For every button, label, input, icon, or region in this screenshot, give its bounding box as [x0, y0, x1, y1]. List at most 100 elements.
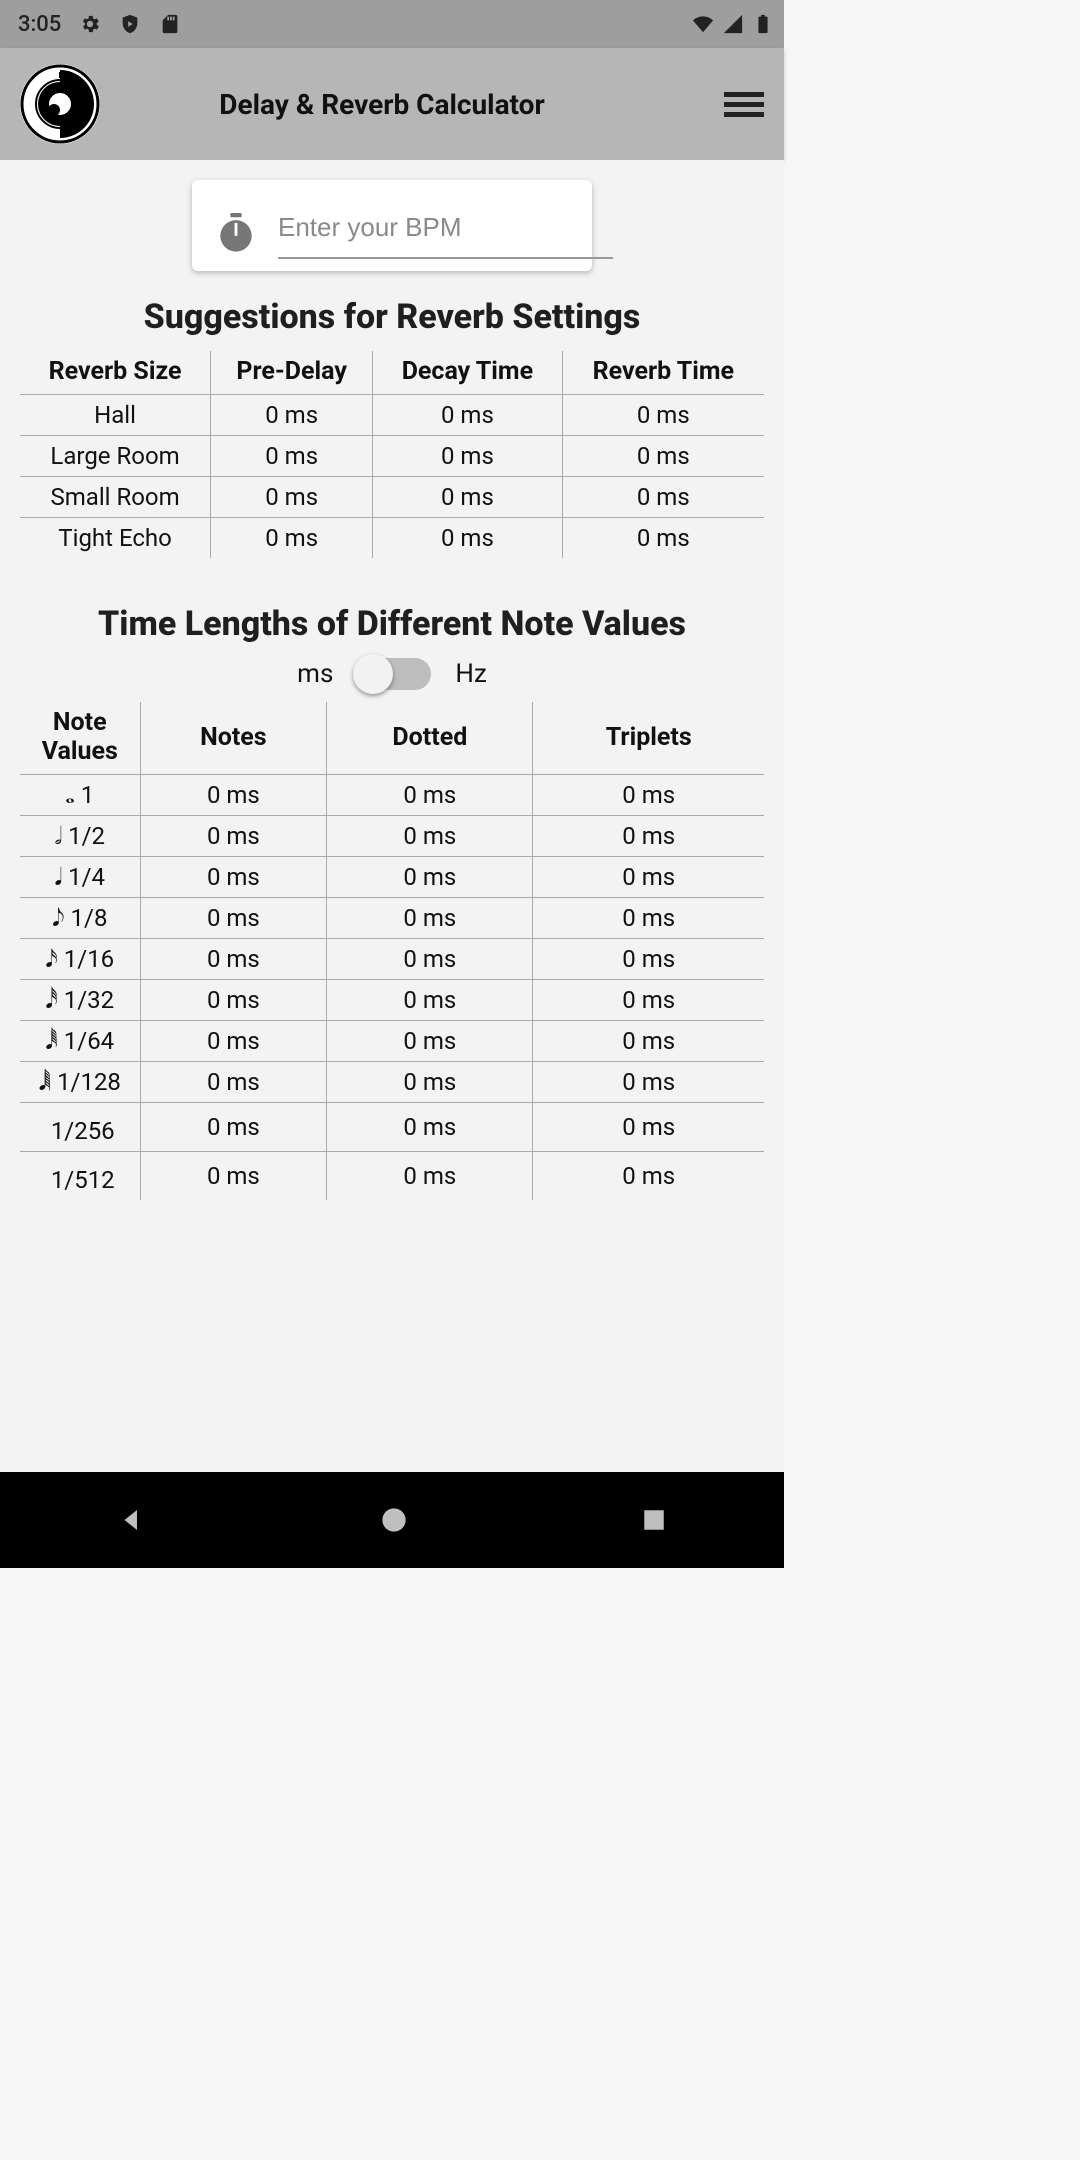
- reverb-predelay: 0 ms: [211, 518, 373, 559]
- unit-toggle-row: ms Hz: [0, 658, 784, 690]
- note-value: 𝅘𝅥𝅮 1/8: [20, 898, 140, 939]
- note-symbol-icon: 𝅝: [65, 783, 75, 807]
- reverb-time: 0 ms: [562, 518, 764, 559]
- system-nav-bar: [0, 1472, 784, 1568]
- table-row: 1/2560 ms0 ms0 ms: [20, 1103, 764, 1152]
- status-time: 3:05: [18, 12, 61, 37]
- stopwatch-icon: [218, 213, 254, 253]
- note-notes: 0 ms: [140, 1152, 327, 1201]
- note-dotted: 0 ms: [327, 816, 533, 857]
- reverb-decay: 0 ms: [373, 395, 562, 436]
- note-triplets: 0 ms: [533, 1103, 764, 1152]
- table-row: 𝅘𝅥𝅯 1/160 ms0 ms0 ms: [20, 939, 764, 980]
- table-row: 𝅘𝅥𝅱 1/640 ms0 ms0 ms: [20, 1021, 764, 1062]
- note-dotted: 0 ms: [327, 898, 533, 939]
- nav-back-icon[interactable]: [117, 1505, 147, 1535]
- note-value: 𝅘𝅥𝅰 1/32: [20, 980, 140, 1021]
- cell-signal-icon: [722, 13, 744, 35]
- notes-section-title: Time Lengths of Different Note Values: [0, 604, 784, 644]
- battery-icon: [752, 13, 774, 35]
- note-dotted: 0 ms: [327, 1103, 533, 1152]
- note-value: 𝅘𝅥𝅱 1/64: [20, 1021, 140, 1062]
- note-value: 𝅘𝅥 1/4: [20, 857, 140, 898]
- notes-th-triplets: Triplets: [533, 702, 764, 775]
- notes-table: Note Values Notes Dotted Triplets 𝅝 10 m…: [20, 702, 764, 1200]
- note-notes: 0 ms: [140, 980, 327, 1021]
- reverb-th-time: Reverb Time: [562, 351, 764, 395]
- play-protect-icon: [119, 13, 141, 35]
- table-row: Hall0 ms0 ms0 ms: [20, 395, 764, 436]
- note-triplets: 0 ms: [533, 1062, 764, 1103]
- content-area: Suggestions for Reverb Settings Reverb S…: [0, 160, 784, 1472]
- status-bar: 3:05: [0, 0, 784, 48]
- unit-hz-label: Hz: [455, 659, 486, 689]
- note-dotted: 0 ms: [327, 980, 533, 1021]
- reverb-decay: 0 ms: [373, 477, 562, 518]
- note-notes: 0 ms: [140, 1021, 327, 1062]
- table-row: 𝅘𝅥𝅲 1/1280 ms0 ms0 ms: [20, 1062, 764, 1103]
- note-value: 𝅘𝅥𝅲 1/128: [20, 1062, 140, 1103]
- note-value: 𝅘𝅥𝅯 1/16: [20, 939, 140, 980]
- note-notes: 0 ms: [140, 1062, 327, 1103]
- note-notes: 0 ms: [140, 775, 327, 816]
- note-dotted: 0 ms: [327, 939, 533, 980]
- note-notes: 0 ms: [140, 898, 327, 939]
- wifi-icon: [692, 13, 714, 35]
- note-triplets: 0 ms: [533, 775, 764, 816]
- note-dotted: 0 ms: [327, 857, 533, 898]
- unit-ms-label: ms: [297, 659, 333, 689]
- note-value: 𝅝 1: [20, 775, 140, 816]
- note-symbol-icon: 𝅘𝅥: [54, 865, 62, 889]
- app-title: Delay & Reverb Calculator: [56, 88, 708, 121]
- note-symbol-icon: 𝅘𝅥𝅯: [45, 947, 57, 971]
- table-row: 𝅘𝅥𝅰 1/320 ms0 ms0 ms: [20, 980, 764, 1021]
- note-dotted: 0 ms: [327, 1062, 533, 1103]
- reverb-th-size: Reverb Size: [20, 351, 211, 395]
- note-symbol-icon: 𝅘𝅥𝅱: [45, 1029, 57, 1053]
- reverb-th-decay: Decay Time: [373, 351, 562, 395]
- reverb-th-predelay: Pre-Delay: [211, 351, 373, 395]
- reverb-size: Tight Echo: [20, 518, 211, 559]
- table-row: 𝅗𝅥 1/20 ms0 ms0 ms: [20, 816, 764, 857]
- table-row: 𝅝 10 ms0 ms0 ms: [20, 775, 764, 816]
- notes-th-dotted: Dotted: [327, 702, 533, 775]
- bpm-input-card: [192, 180, 592, 271]
- note-triplets: 0 ms: [533, 1021, 764, 1062]
- note-notes: 0 ms: [140, 939, 327, 980]
- reverb-time: 0 ms: [562, 477, 764, 518]
- reverb-decay: 0 ms: [373, 518, 562, 559]
- note-triplets: 0 ms: [533, 816, 764, 857]
- note-notes: 0 ms: [140, 816, 327, 857]
- note-dotted: 0 ms: [327, 775, 533, 816]
- reverb-predelay: 0 ms: [211, 477, 373, 518]
- notes-th-value: Note Values: [20, 702, 140, 775]
- note-symbol-icon: 𝅗𝅥: [54, 824, 62, 848]
- settings-gear-icon: [79, 13, 101, 35]
- table-row: 𝅘𝅥𝅮 1/80 ms0 ms0 ms: [20, 898, 764, 939]
- note-triplets: 0 ms: [533, 1152, 764, 1201]
- reverb-predelay: 0 ms: [211, 436, 373, 477]
- table-row: Large Room0 ms0 ms0 ms: [20, 436, 764, 477]
- sd-card-icon: [159, 13, 181, 35]
- nav-recents-icon[interactable]: [641, 1507, 667, 1533]
- app-logo-icon: [20, 64, 100, 144]
- note-triplets: 0 ms: [533, 857, 764, 898]
- menu-hamburger-icon[interactable]: [724, 84, 764, 124]
- notes-th-notes: Notes: [140, 702, 327, 775]
- note-symbol-icon: 𝅘𝅥𝅮: [52, 906, 64, 930]
- note-symbol-icon: 𝅘𝅥𝅰: [45, 988, 57, 1012]
- reverb-time: 0 ms: [562, 436, 764, 477]
- reverb-size: Large Room: [20, 436, 211, 477]
- reverb-size: Small Room: [20, 477, 211, 518]
- reverb-table: Reverb Size Pre-Delay Decay Time Reverb …: [20, 351, 764, 558]
- table-row: 1/5120 ms0 ms0 ms: [20, 1152, 764, 1201]
- unit-toggle[interactable]: [357, 658, 431, 690]
- reverb-time: 0 ms: [562, 395, 764, 436]
- bpm-input[interactable]: [278, 206, 613, 259]
- note-dotted: 0 ms: [327, 1152, 533, 1201]
- note-value: 1/512: [20, 1152, 140, 1201]
- note-symbol-icon: 𝅘𝅥𝅲: [39, 1070, 51, 1094]
- nav-home-icon[interactable]: [380, 1506, 408, 1534]
- note-value: 𝅗𝅥 1/2: [20, 816, 140, 857]
- reverb-size: Hall: [20, 395, 211, 436]
